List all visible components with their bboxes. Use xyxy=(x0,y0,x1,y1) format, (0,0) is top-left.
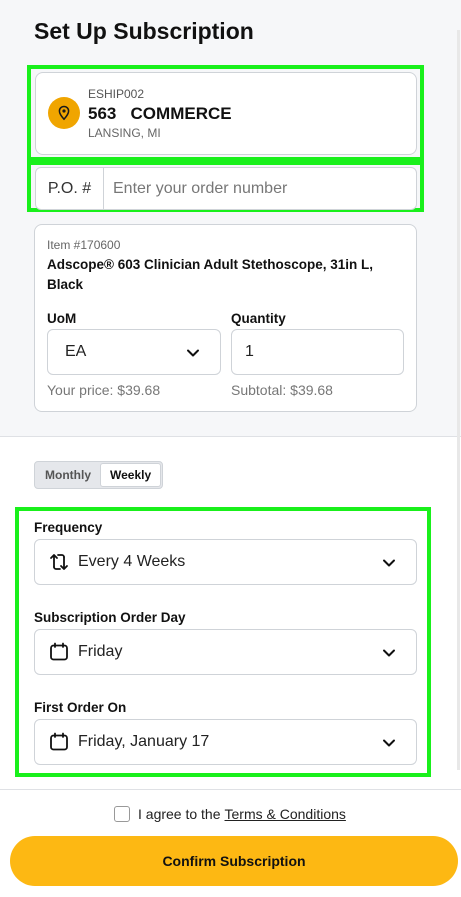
address-name: 563 COMMERCE xyxy=(88,104,232,123)
confirm-subscription-button[interactable]: Confirm Subscription xyxy=(10,836,458,886)
chevron-down-icon xyxy=(382,646,396,665)
toggle-monthly[interactable]: Monthly xyxy=(36,463,100,487)
item-subtotal: Subtotal: $39.68 xyxy=(231,382,333,398)
item-name: Adscope® 603 Clinician Adult Stethoscope… xyxy=(47,257,374,292)
uom-select[interactable]: EA xyxy=(47,329,221,375)
first-order-value: Friday, January 17 xyxy=(78,733,210,750)
chevron-down-icon xyxy=(382,736,396,755)
item-number: Item #170600 xyxy=(47,238,121,252)
first-order-label: First Order On xyxy=(34,700,127,715)
calendar-icon xyxy=(49,732,69,752)
item-price: Your price: $39.68 xyxy=(47,382,161,398)
terms-link[interactable]: Terms & Conditions xyxy=(225,806,346,822)
order-day-select[interactable]: Friday xyxy=(34,629,417,675)
repeat-icon xyxy=(49,552,69,572)
chevron-down-icon xyxy=(382,556,396,575)
uom-value: EA xyxy=(65,343,87,360)
quantity-input[interactable] xyxy=(231,329,404,375)
first-order-select[interactable]: Friday, January 17 xyxy=(34,719,417,765)
address-city: LANSING, MI xyxy=(88,126,161,140)
uom-label: UoM xyxy=(47,311,77,326)
terms-checkbox[interactable] xyxy=(114,806,130,822)
po-label: P.O. # xyxy=(36,168,104,209)
po-field: P.O. # xyxy=(35,167,417,210)
quantity-label: Quantity xyxy=(231,311,286,326)
shipping-address-card[interactable]: ESHIP002 563 COMMERCE LANSING, MI xyxy=(35,72,417,155)
po-number-input[interactable] xyxy=(104,168,416,209)
location-pin-icon xyxy=(48,97,80,129)
footer-divider xyxy=(0,789,461,790)
frequency-type-toggle: Monthly Weekly xyxy=(34,461,164,489)
order-day-label: Subscription Order Day xyxy=(34,610,186,625)
address-code: ESHIP002 xyxy=(88,87,145,101)
chevron-down-icon xyxy=(186,346,200,365)
scrollbar[interactable] xyxy=(457,30,460,770)
agree-text: I agree to the xyxy=(138,806,221,822)
page-title: Set Up Subscription xyxy=(34,18,254,44)
terms-agreement: I agree to the Terms & Conditions xyxy=(114,806,346,822)
frequency-label: Frequency xyxy=(34,520,103,535)
item-card: Item #170600 Adscope® 603 Clinician Adul… xyxy=(34,224,417,412)
toggle-weekly[interactable]: Weekly xyxy=(100,463,162,487)
frequency-select[interactable]: Every 4 Weeks xyxy=(34,539,417,585)
order-day-value: Friday xyxy=(78,643,123,660)
calendar-icon xyxy=(49,642,69,662)
frequency-value: Every 4 Weeks xyxy=(78,553,186,570)
